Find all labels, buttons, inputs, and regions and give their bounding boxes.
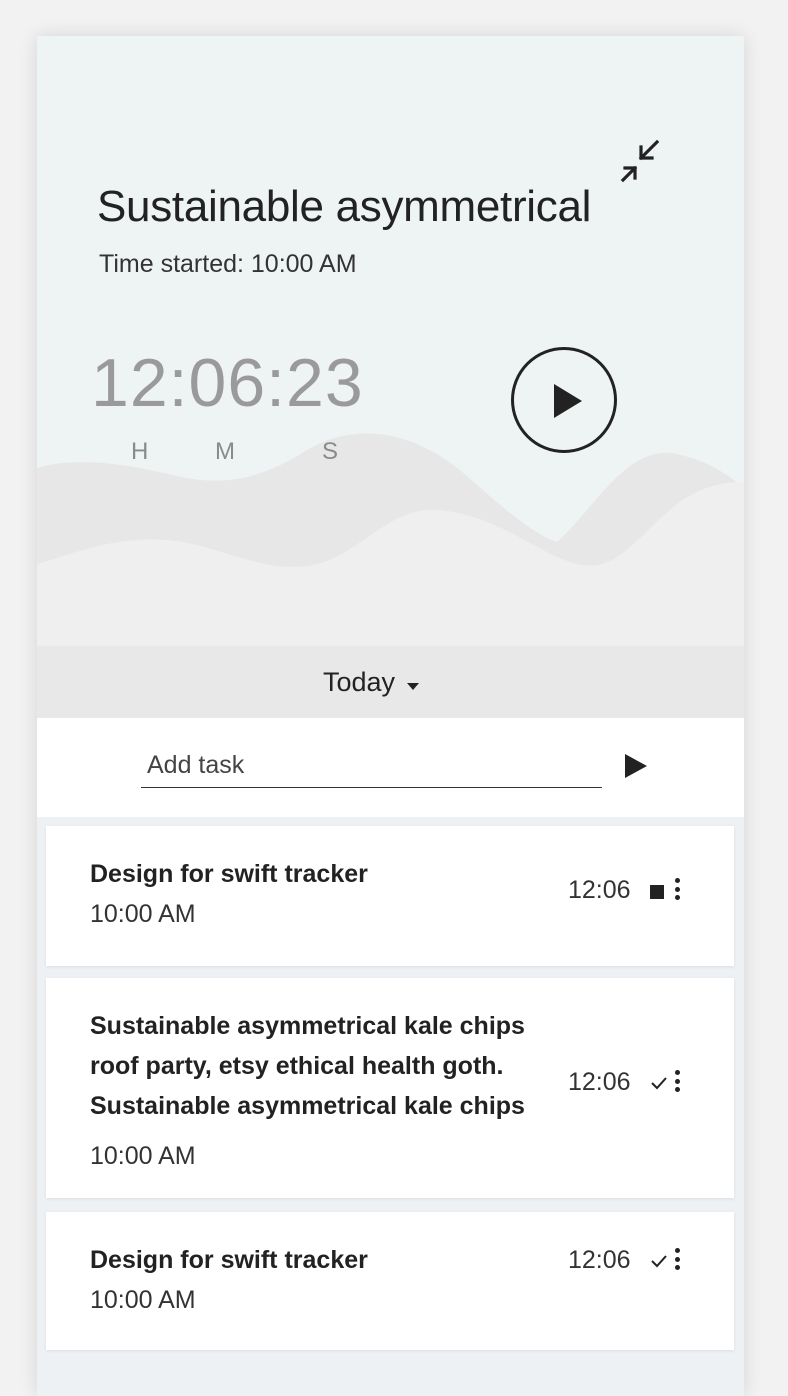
task-duration: 12:06 <box>568 1068 631 1096</box>
task-duration: 12:06 <box>568 876 631 904</box>
more-options-icon[interactable] <box>670 1070 684 1098</box>
task-name: Design for swift tracker <box>90 860 368 888</box>
task-item[interactable]: Design for swift tracker 10:00 AM 12:06 <box>46 826 734 966</box>
task-duration: 12:06 <box>568 1246 631 1274</box>
timer-card: Sustainable asymmetrical Time started: 1… <box>37 36 744 1396</box>
task-start-time: 10:00 AM <box>90 1142 196 1170</box>
add-task-input[interactable] <box>141 744 602 788</box>
add-task-bar <box>37 718 744 817</box>
timer-title: Sustainable asymmetrical <box>97 182 592 231</box>
play-button[interactable] <box>511 347 617 453</box>
stop-icon[interactable] <box>650 885 664 899</box>
filter-bar: Today <box>37 646 744 718</box>
check-icon <box>651 1077 667 1090</box>
seconds-label: S <box>322 438 339 465</box>
task-start-time: 10:00 AM <box>90 1286 196 1314</box>
time-started: Time started: 10:00 AM <box>99 250 357 278</box>
task-item[interactable]: Design for swift tracker 10:00 AM 12:06 <box>46 1212 734 1350</box>
minutes-label: M <box>215 438 235 465</box>
minimize-icon[interactable] <box>615 136 667 188</box>
task-name: Design for swift tracker <box>90 1246 368 1274</box>
more-options-icon[interactable] <box>670 878 684 906</box>
filter-dropdown[interactable]: Today <box>323 664 420 700</box>
background-waves <box>37 433 744 646</box>
timer-hero: Sustainable asymmetrical Time started: 1… <box>37 36 744 646</box>
elapsed-clock: 12:06:23 <box>91 345 364 421</box>
task-start-time: 10:00 AM <box>90 900 196 928</box>
filter-label: Today <box>323 666 396 697</box>
task-name: Sustainable asymmetrical kale chips roof… <box>90 1012 525 1120</box>
check-icon <box>651 1255 667 1268</box>
hours-label: H <box>131 438 149 465</box>
caret-down-icon <box>407 682 420 690</box>
task-item[interactable]: Sustainable asymmetrical kale chips roof… <box>46 978 734 1198</box>
send-icon[interactable] <box>623 752 649 780</box>
play-icon <box>554 384 582 418</box>
more-options-icon[interactable] <box>670 1248 684 1276</box>
